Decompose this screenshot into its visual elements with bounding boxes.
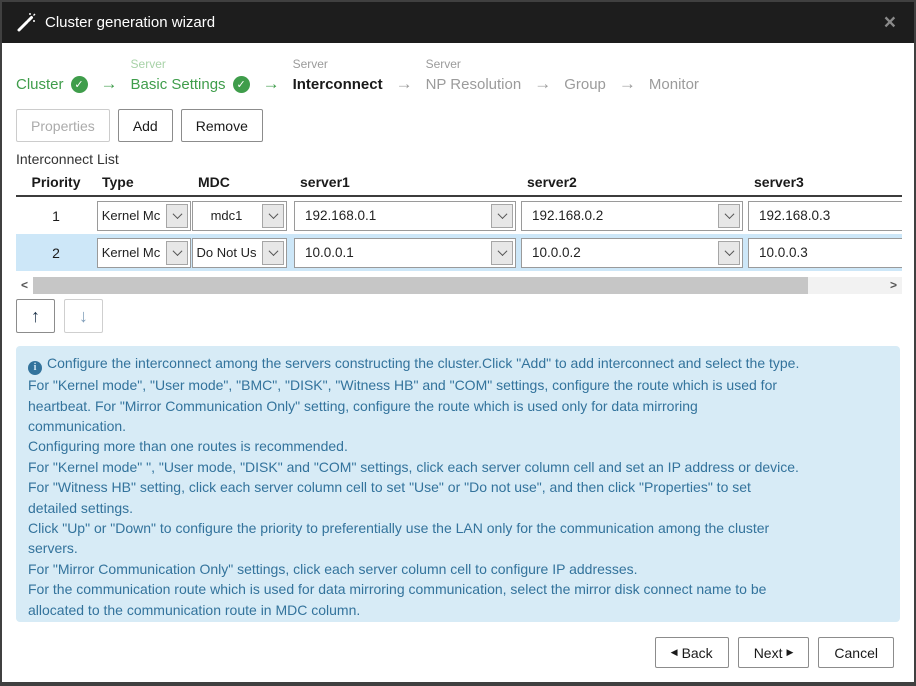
type-select[interactable]: Kernel Mc xyxy=(97,201,191,231)
server2-combo[interactable]: 192.168.0.2 xyxy=(521,201,743,231)
step-monitor-label: Monitor xyxy=(649,76,699,93)
info-text: Configure the interconnect among the ser… xyxy=(47,355,799,371)
column-header-server2: server2 xyxy=(521,174,748,190)
next-button[interactable]: Next ▶ xyxy=(738,637,810,668)
chevron-down-icon[interactable] xyxy=(166,241,188,265)
mdc-select[interactable]: Do Not Us xyxy=(192,238,287,268)
scroll-left-icon[interactable]: < xyxy=(16,277,33,294)
chevron-down-icon[interactable] xyxy=(166,204,188,228)
back-button[interactable]: ◀ Back xyxy=(655,637,729,668)
down-arrow-icon: ↓ xyxy=(79,306,88,326)
up-arrow-icon: ↑ xyxy=(31,306,40,326)
wizard-stepper: Cluster ✓ → Server Basic Settings ✓ → Se… xyxy=(2,43,914,105)
add-button[interactable]: Add xyxy=(118,109,173,142)
column-header-type: Type xyxy=(96,174,192,190)
type-select[interactable]: Kernel Mc xyxy=(97,238,191,268)
table-header: Priority Type MDC server1 server2 server… xyxy=(16,171,902,197)
step-basic-settings: Server Basic Settings ✓ xyxy=(131,56,250,95)
move-up-button[interactable]: ↑ xyxy=(16,299,55,333)
server1-combo[interactable]: 192.168.0.1 xyxy=(294,201,516,231)
server3-combo[interactable]: 10.0.0.3 xyxy=(748,238,902,268)
mdc-select[interactable]: mdc1 xyxy=(192,201,287,231)
column-header-mdc: MDC xyxy=(192,174,294,190)
priority-controls: ↑ ↓ xyxy=(2,294,914,333)
chevron-down-icon[interactable] xyxy=(718,241,740,265)
chevron-down-icon[interactable] xyxy=(262,241,284,265)
info-icon: i xyxy=(28,361,42,375)
step-interconnect-sublabel: Server xyxy=(293,56,383,73)
info-box: i Configure the interconnect among the se… xyxy=(16,346,900,622)
info-text: detailed settings. xyxy=(28,498,888,518)
remove-button[interactable]: Remove xyxy=(181,109,263,142)
step-group-label: Group xyxy=(564,76,606,93)
step-np-resolution: Server NP Resolution xyxy=(426,56,522,95)
column-header-priority: Priority xyxy=(16,174,96,190)
info-text: For "Kernel mode", "User mode", "BMC", "… xyxy=(28,375,888,395)
step-monitor: Monitor xyxy=(649,56,699,95)
chevron-down-icon[interactable] xyxy=(491,241,513,265)
back-arrow-icon: ◀ xyxy=(671,647,678,658)
step-interconnect: Server Interconnect xyxy=(293,56,383,95)
step-arrow-icon: → xyxy=(250,73,293,95)
footer: ◀ Back Next ▶ Cancel xyxy=(2,622,914,668)
check-icon: ✓ xyxy=(233,76,250,93)
step-group: Group xyxy=(564,56,606,95)
step-cluster: Cluster ✓ xyxy=(16,56,88,95)
info-text: For "Witness HB" setting, click each ser… xyxy=(28,477,888,497)
step-interconnect-label: Interconnect xyxy=(293,76,383,93)
chevron-down-icon[interactable] xyxy=(718,204,740,228)
close-icon[interactable]: × xyxy=(880,12,900,33)
step-arrow-icon: → xyxy=(606,73,649,95)
check-icon: ✓ xyxy=(71,76,88,93)
wand-icon xyxy=(16,13,36,33)
step-np-resolution-label: NP Resolution xyxy=(426,76,522,93)
horizontal-scrollbar[interactable]: < > xyxy=(16,277,902,294)
step-basic-settings-sublabel: Server xyxy=(131,56,250,73)
info-text: Configuring more than one routes is reco… xyxy=(28,436,888,456)
column-header-server1: server1 xyxy=(294,174,521,190)
step-arrow-icon: → xyxy=(88,73,131,95)
server3-combo[interactable]: 192.168.0.3 xyxy=(748,201,902,231)
scrollbar-thumb[interactable] xyxy=(33,277,808,294)
info-text: allocated to the communication route in … xyxy=(28,600,888,620)
info-text: For the communication route which is use… xyxy=(28,579,888,599)
step-arrow-icon: → xyxy=(383,73,426,95)
step-arrow-icon: → xyxy=(521,73,564,95)
priority-cell: 2 xyxy=(16,245,96,261)
table-row[interactable]: 1 Kernel Mc mdc1 192.168.0.1 xyxy=(16,197,902,234)
info-text: servers. xyxy=(28,538,888,558)
chevron-down-icon[interactable] xyxy=(262,204,284,228)
table-row[interactable]: 2 Kernel Mc Do Not Us 10.0.0.1 xyxy=(16,234,902,271)
interconnect-table: Priority Type MDC server1 server2 server… xyxy=(16,171,902,271)
scroll-right-icon[interactable]: > xyxy=(885,277,902,294)
toolbar: Properties Add Remove xyxy=(2,105,914,142)
interconnect-list-title: Interconnect List xyxy=(2,142,914,171)
cluster-generation-wizard-dialog: Cluster generation wizard × Cluster ✓ → … xyxy=(0,0,916,686)
info-text: Click "Up" or "Down" to configure the pr… xyxy=(28,518,888,538)
info-text: communication. xyxy=(28,416,888,436)
step-basic-settings-label: Basic Settings xyxy=(131,76,226,93)
chevron-down-icon[interactable] xyxy=(491,204,513,228)
dialog-title: Cluster generation wizard xyxy=(45,14,215,31)
title-bar: Cluster generation wizard × xyxy=(2,2,914,43)
column-header-server3: server3 xyxy=(748,174,902,190)
move-down-button[interactable]: ↓ xyxy=(64,299,103,333)
cancel-button[interactable]: Cancel xyxy=(818,637,894,668)
next-arrow-icon: ▶ xyxy=(786,647,793,658)
priority-cell: 1 xyxy=(16,208,96,224)
info-text: For "Mirror Communication Only" settings… xyxy=(28,559,888,579)
info-text: For "Kernel mode" ", "User mode, "DISK" … xyxy=(28,457,888,477)
info-text: heartbeat. For "Mirror Communication Onl… xyxy=(28,396,888,416)
properties-button[interactable]: Properties xyxy=(16,109,110,142)
server1-combo[interactable]: 10.0.0.1 xyxy=(294,238,516,268)
step-np-resolution-sublabel: Server xyxy=(426,56,522,73)
server2-combo[interactable]: 10.0.0.2 xyxy=(521,238,743,268)
step-cluster-label: Cluster xyxy=(16,76,64,93)
